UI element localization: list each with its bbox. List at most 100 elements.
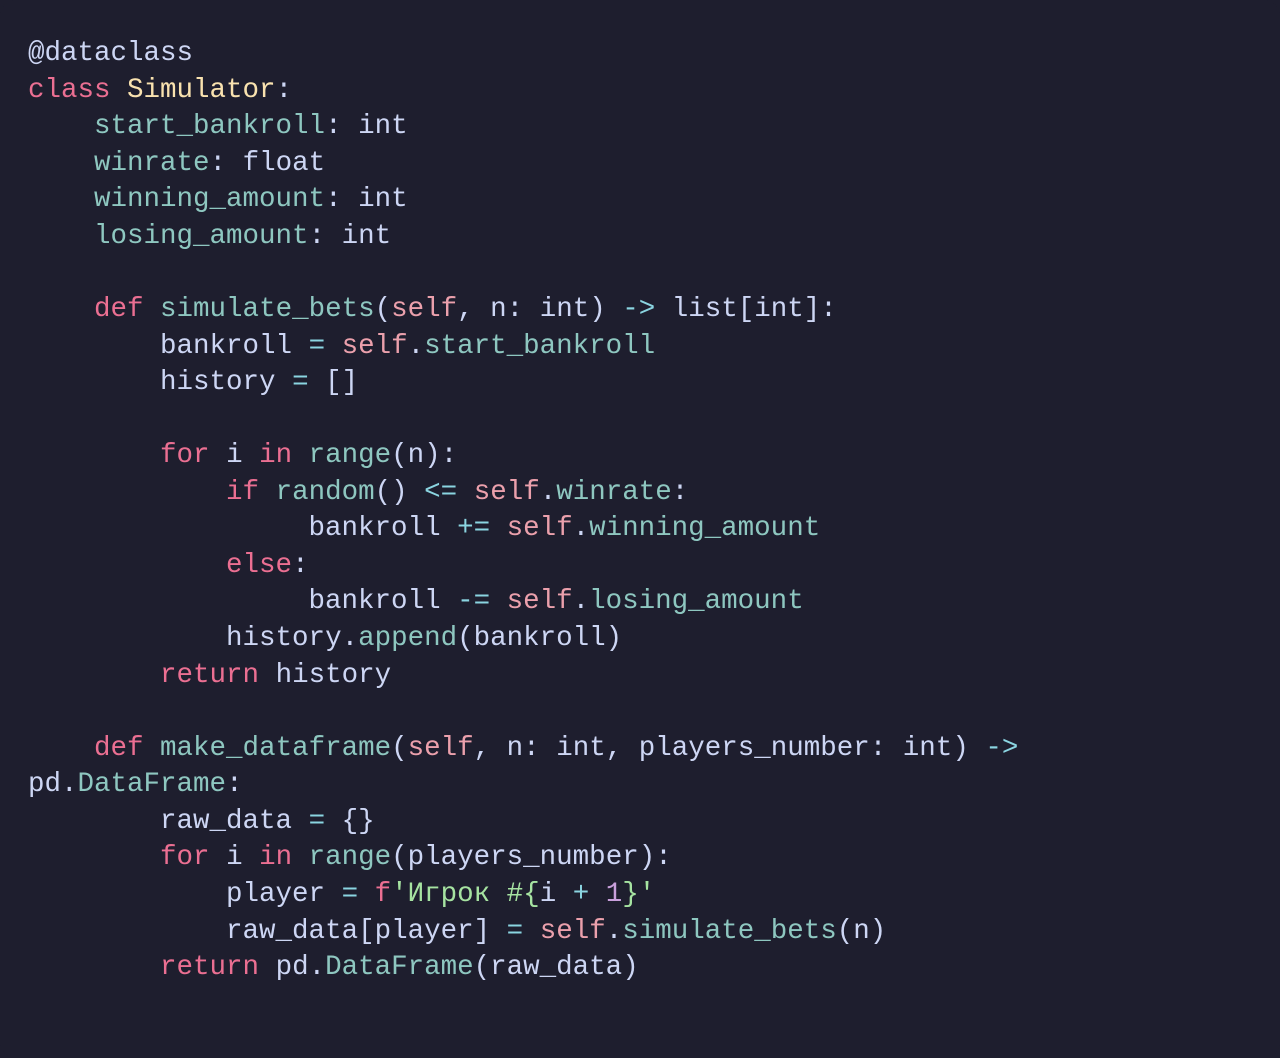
rparen: )	[424, 440, 441, 471]
blank-line	[28, 257, 45, 288]
call-range: range	[309, 842, 392, 873]
self: self	[474, 477, 540, 508]
comma: ,	[474, 733, 507, 764]
arg-bankroll: bankroll	[474, 623, 606, 654]
lparen: (	[375, 294, 392, 325]
arg-players-number: players_number	[408, 842, 639, 873]
dot: .	[61, 769, 78, 800]
call-append: append	[358, 623, 457, 654]
rbrack: ]	[474, 916, 491, 947]
code-line: start_bankroll: int	[28, 111, 408, 142]
lparen: (	[391, 440, 408, 471]
type-int: int	[358, 184, 408, 215]
colon: :	[820, 294, 837, 325]
self: self	[507, 513, 573, 544]
code-line: bankroll -= self.losing_amount	[28, 586, 804, 617]
self: self	[507, 586, 573, 617]
empty-list: []	[325, 367, 358, 398]
keyword-return: return	[160, 660, 259, 691]
string-quote: '	[391, 879, 408, 910]
rparen: )	[952, 733, 969, 764]
dot: .	[408, 331, 425, 362]
f-prefix: f	[375, 879, 392, 910]
function-name: make_dataframe	[160, 733, 391, 764]
lparen: (	[391, 733, 408, 764]
code-line: else:	[28, 550, 309, 581]
keyword-return: return	[160, 952, 259, 983]
colon: :	[309, 221, 326, 252]
blank-line	[28, 404, 45, 435]
decorator-at: @	[28, 38, 45, 69]
call-random: random	[276, 477, 375, 508]
colon: :	[507, 294, 524, 325]
keyword-if: if	[226, 477, 259, 508]
lparen: (	[457, 623, 474, 654]
string-content: Игрок #	[408, 879, 524, 910]
attr: losing_amount	[589, 586, 804, 617]
code-line: class Simulator:	[28, 75, 292, 106]
param-players-number: players_number	[639, 733, 870, 764]
var-bankroll: bankroll	[309, 513, 441, 544]
op-plus: +	[573, 879, 590, 910]
param-n: n	[490, 294, 507, 325]
colon: :	[210, 148, 227, 179]
colon: :	[325, 184, 342, 215]
colon: :	[325, 111, 342, 142]
code-line: return pd.DataFrame(raw_data)	[28, 952, 639, 983]
var-i: i	[226, 842, 243, 873]
code-line: winning_amount: int	[28, 184, 408, 215]
code-block: @dataclass class Simulator: start_bankro…	[0, 0, 1280, 1058]
var-i: i	[226, 440, 243, 471]
lparen: (	[391, 842, 408, 873]
self: self	[342, 331, 408, 362]
field-name: winrate	[94, 148, 210, 179]
type-int: int	[556, 733, 606, 764]
string-brace: }	[622, 879, 639, 910]
rparen: )	[589, 294, 606, 325]
colon: :	[226, 769, 243, 800]
arg-n: n	[853, 916, 870, 947]
dot: .	[573, 586, 590, 617]
var-bankroll: bankroll	[160, 331, 292, 362]
keyword-else: else	[226, 550, 292, 581]
var-bankroll: bankroll	[309, 586, 441, 617]
keyword-class: class	[28, 75, 111, 106]
param-self: self	[408, 733, 474, 764]
op-assign: =	[507, 916, 524, 947]
empty-dict: {}	[342, 806, 375, 837]
code-line: pd.DataFrame:	[28, 769, 243, 800]
attr: winning_amount	[589, 513, 820, 544]
decorator-name: dataclass	[45, 38, 194, 69]
string-brace: {	[523, 879, 540, 910]
call-simulate-bets: simulate_bets	[622, 916, 837, 947]
number-1: 1	[606, 879, 623, 910]
key-player: player	[375, 916, 474, 947]
colon: :	[441, 440, 458, 471]
rparen: )	[639, 842, 656, 873]
attr: winrate	[556, 477, 672, 508]
type-list-int: list[int]	[672, 294, 821, 325]
type-dataframe: DataFrame	[78, 769, 227, 800]
arg-n: n	[408, 440, 425, 471]
ns-pd: pd	[28, 769, 61, 800]
var-player: player	[226, 879, 325, 910]
keyword-for: for	[160, 440, 210, 471]
code-line: for i in range(players_number):	[28, 842, 672, 873]
keyword-in: in	[259, 440, 292, 471]
arg-raw-data: raw_data	[490, 952, 622, 983]
param-self: self	[391, 294, 457, 325]
code-line: raw_data = {}	[28, 806, 375, 837]
code-line: raw_data[player] = self.simulate_bets(n)	[28, 916, 886, 947]
dot: .	[606, 916, 623, 947]
field-name: losing_amount	[94, 221, 309, 252]
keyword-in: in	[259, 842, 292, 873]
op-assign: =	[309, 806, 326, 837]
code-line: bankroll += self.winning_amount	[28, 513, 820, 544]
keyword-for: for	[160, 842, 210, 873]
call-dataframe: DataFrame	[325, 952, 474, 983]
op-assign: =	[292, 367, 309, 398]
code-line: @dataclass	[28, 38, 193, 69]
code-line: def make_dataframe(self, n: int, players…	[28, 733, 1035, 764]
type-int: int	[358, 111, 408, 142]
code-line: def simulate_bets(self, n: int) -> list[…	[28, 294, 837, 325]
